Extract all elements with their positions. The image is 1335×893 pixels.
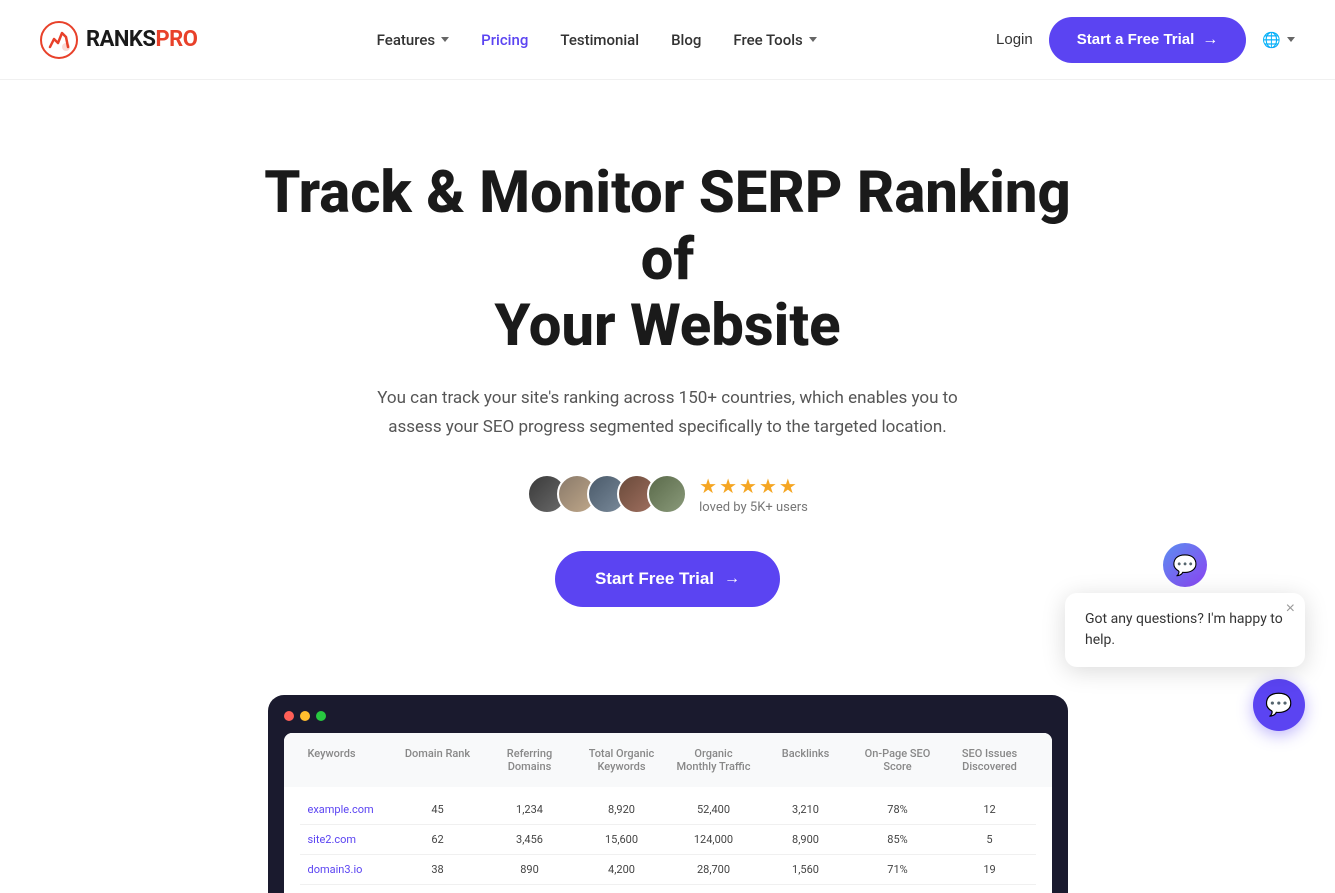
cell: 28,700	[668, 861, 760, 878]
nav-links: Features Pricing Testimonial Blog Free T…	[377, 31, 817, 49]
chat-avatar: 💬	[1163, 543, 1207, 587]
avatar	[647, 474, 687, 514]
cell: 1,560	[760, 861, 852, 878]
cell: 890	[484, 861, 576, 878]
cell: 124,000	[668, 831, 760, 848]
logo-text: RANKSPRO	[86, 27, 197, 52]
cell: 85%	[852, 831, 944, 848]
start-trial-nav-button[interactable]: Start a Free Trial →	[1049, 17, 1247, 63]
language-selector[interactable]: 🌐	[1262, 31, 1295, 49]
start-free-trial-button[interactable]: Start Free Trial →	[555, 551, 780, 607]
globe-icon: 🌐	[1262, 31, 1281, 49]
cell: domain3.io	[300, 861, 392, 878]
chat-avatar-wrap: 💬	[1163, 543, 1207, 587]
nav-right: Login Start a Free Trial → 🌐	[996, 17, 1295, 63]
chat-widget: 💬 × Got any questions? I'm happy to help…	[1065, 563, 1305, 731]
cell: 8,900	[760, 831, 852, 848]
cell: 19	[944, 861, 1036, 878]
nav-testimonial[interactable]: Testimonial	[560, 31, 639, 49]
table-body: example.com 45 1,234 8,920 52,400 3,210 …	[284, 787, 1052, 893]
cell: 8,920	[576, 801, 668, 818]
col-backlinks: Backlinks	[760, 743, 852, 777]
nav-pricing[interactable]: Pricing	[481, 31, 528, 49]
cell: 62	[392, 831, 484, 848]
chevron-down-icon	[1287, 37, 1295, 42]
cta-wrap: Start Free Trial →	[238, 551, 1098, 655]
cell: 71%	[852, 861, 944, 878]
hero-section: Track & Monitor SERP Ranking of Your Web…	[218, 80, 1118, 695]
cell: site2.com	[300, 831, 392, 848]
star-icon: ★	[699, 474, 717, 498]
cell: 78%	[852, 801, 944, 818]
chevron-down-icon	[809, 37, 817, 42]
expand-dot	[316, 711, 326, 721]
social-proof: ★ ★ ★ ★ ★ loved by 5K+ users	[238, 474, 1098, 515]
col-issues: SEO Issues Discovered	[944, 743, 1036, 777]
preview-container: Keywords Domain Rank Referring Domains T…	[268, 695, 1068, 893]
cell: 15,600	[576, 831, 668, 848]
col-traffic: Organic Monthly Traffic	[668, 743, 760, 777]
loved-by-text: loved by 5K+ users	[699, 500, 808, 515]
cell: 12	[944, 801, 1036, 818]
arrow-right-icon: →	[1202, 31, 1218, 49]
cell: example.com	[300, 801, 392, 818]
chat-bubble: × Got any questions? I'm happy to help.	[1065, 593, 1305, 667]
table-row: domain3.io 38 890 4,200 28,700 1,560 71%…	[300, 855, 1036, 885]
col-organic-kw: Total Organic Keywords	[576, 743, 668, 777]
star-icon: ★	[739, 474, 757, 498]
arrow-right-icon: →	[724, 570, 740, 588]
star-icon: ★	[759, 474, 777, 498]
cell: 38	[392, 861, 484, 878]
login-button[interactable]: Login	[996, 31, 1033, 48]
star-icon: ★	[719, 474, 737, 498]
chat-trigger-button[interactable]: 💬	[1253, 679, 1305, 731]
nav-features[interactable]: Features	[377, 31, 449, 49]
table-row: site2.com 62 3,456 15,600 124,000 8,900 …	[300, 825, 1036, 855]
cell: 3,210	[760, 801, 852, 818]
cell: 1,234	[484, 801, 576, 818]
logo-link[interactable]: RANKSPRO	[40, 21, 197, 59]
star-rating: ★ ★ ★ ★ ★	[699, 474, 797, 498]
col-domain-rank: Domain Rank	[392, 743, 484, 777]
col-onpage: On-Page SEO Score	[852, 743, 944, 777]
chevron-down-icon	[441, 37, 449, 42]
col-referring: Referring Domains	[484, 743, 576, 777]
product-preview: Keywords Domain Rank Referring Domains T…	[248, 695, 1088, 893]
rankspro-logo-icon	[40, 21, 78, 59]
close-dot	[284, 711, 294, 721]
preview-screen: Keywords Domain Rank Referring Domains T…	[284, 733, 1052, 893]
chat-icon: 💬	[1265, 693, 1292, 718]
chat-message-text: Got any questions? I'm happy to help.	[1085, 609, 1285, 651]
avatar-group	[527, 474, 687, 514]
col-keywords: Keywords	[300, 743, 392, 777]
cell: 45	[392, 801, 484, 818]
table-header: Keywords Domain Rank Referring Domains T…	[284, 733, 1052, 787]
nav-free-tools[interactable]: Free Tools	[733, 31, 816, 49]
window-controls	[284, 711, 1052, 721]
cell: 3,456	[484, 831, 576, 848]
minimize-dot	[300, 711, 310, 721]
hero-subtitle: You can track your site's ranking across…	[358, 384, 978, 442]
chat-avatar-emoji: 💬	[1173, 553, 1198, 577]
navbar: RANKSPRO Features Pricing Testimonial Bl…	[0, 0, 1335, 80]
table-row: example.com 45 1,234 8,920 52,400 3,210 …	[300, 795, 1036, 825]
chat-bubble-container: 💬 × Got any questions? I'm happy to help…	[1065, 563, 1305, 667]
hero-title: Track & Monitor SERP Ranking of Your Web…	[238, 160, 1098, 360]
star-icon: ★	[779, 474, 797, 498]
nav-blog[interactable]: Blog	[671, 31, 701, 49]
cell: 52,400	[668, 801, 760, 818]
chat-close-button[interactable]: ×	[1286, 601, 1295, 617]
cell: 4,200	[576, 861, 668, 878]
rating-wrap: ★ ★ ★ ★ ★ loved by 5K+ users	[699, 474, 808, 515]
cell: 5	[944, 831, 1036, 848]
